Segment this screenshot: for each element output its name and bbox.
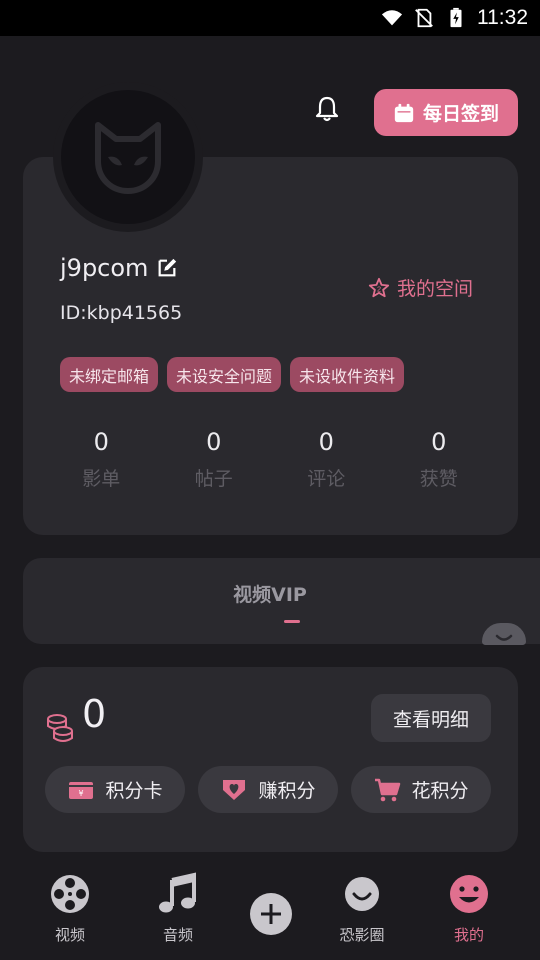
film-reel-icon: [51, 875, 89, 913]
no-sim-icon: [415, 8, 433, 28]
calendar-icon: [394, 103, 414, 122]
coin-stack-icon: [47, 714, 73, 742]
stat-value: 0: [318, 428, 334, 456]
edit-icon[interactable]: [156, 257, 178, 279]
smile-icon: [495, 634, 513, 641]
points-card-label: 积分卡: [105, 780, 163, 802]
tag-security-question[interactable]: 未设安全问题: [167, 357, 282, 392]
profile-stats: 0 影单 0 帖子 0 评论 0 获赞: [45, 426, 495, 491]
status-bar: 11:32: [0, 0, 540, 36]
stat-playlists[interactable]: 0 影单: [45, 426, 158, 491]
cat-logo-icon: [95, 122, 161, 194]
stat-posts[interactable]: 0 帖子: [158, 426, 271, 491]
stat-value: 0: [206, 428, 222, 456]
status-time: 11:32: [477, 6, 528, 29]
nav-label: 我的: [453, 926, 484, 944]
profile-tags: 未绑定邮箱 未设安全问题 未设收件资料: [60, 357, 405, 392]
battery-charging-icon: [450, 7, 462, 28]
wifi-icon: [381, 10, 403, 26]
nav-label: 视频: [54, 926, 85, 944]
music-note-icon: [159, 872, 196, 913]
stat-comments[interactable]: 0 评论: [270, 426, 383, 491]
points-card-button[interactable]: ¥ 积分卡: [45, 766, 185, 813]
bottom-navigation: 视频 音频 恐影圈 我的: [0, 860, 540, 960]
spend-points-label: 花积分: [411, 780, 469, 802]
stat-value: 0: [93, 428, 109, 456]
card-icon: ¥: [69, 781, 94, 799]
view-details-button[interactable]: 查看明细: [371, 694, 491, 742]
tab-indicator: [284, 620, 300, 623]
username-text: j9pcom: [60, 254, 149, 282]
stat-label: 获赞: [419, 468, 458, 490]
stat-value: 0: [431, 428, 447, 456]
my-space-label: 我的空间: [397, 278, 474, 300]
nav-community[interactable]: 恐影圈: [322, 872, 402, 945]
stat-label: 影单: [82, 468, 121, 490]
checkin-label: 每日签到: [422, 103, 499, 125]
my-space-link[interactable]: 2 我的空间: [368, 274, 473, 301]
notification-bell-icon[interactable]: [312, 94, 342, 124]
stat-likes[interactable]: 0 获赞: [383, 426, 496, 491]
stat-label: 帖子: [194, 468, 233, 490]
daily-checkin-button[interactable]: 每日签到: [374, 89, 518, 136]
nav-mine[interactable]: 我的: [429, 872, 509, 945]
nav-label: 音频: [162, 926, 193, 944]
nav-video[interactable]: 视频: [30, 872, 110, 945]
heart-gift-icon: [223, 779, 246, 800]
svg-text:2: 2: [377, 284, 381, 293]
star-badge-icon: 2: [368, 277, 390, 297]
user-id: ID:kbp41565: [60, 302, 183, 324]
earn-points-button[interactable]: 赚积分: [198, 766, 338, 813]
tag-email-unbound[interactable]: 未绑定邮箱: [60, 357, 159, 392]
tab-video-vip[interactable]: 视频VIP: [0, 580, 540, 607]
shopping-cart-icon: [375, 778, 401, 801]
happy-face-icon: [450, 875, 488, 913]
svg-text:¥: ¥: [79, 789, 84, 798]
tag-shipping-info[interactable]: 未设收件资料: [290, 357, 405, 392]
stat-label: 评论: [307, 468, 346, 490]
username[interactable]: j9pcom: [60, 254, 178, 282]
avatar[interactable]: [61, 90, 195, 224]
smile-face-icon: [345, 877, 379, 911]
nav-add-button[interactable]: [231, 892, 311, 936]
points-balance: 0: [82, 692, 107, 736]
earn-points-label: 赚积分: [258, 780, 316, 802]
nav-audio[interactable]: 音频: [138, 872, 218, 945]
spend-points-button[interactable]: 花积分: [351, 766, 491, 813]
nav-label: 恐影圈: [339, 926, 385, 944]
plus-icon: [250, 893, 292, 935]
